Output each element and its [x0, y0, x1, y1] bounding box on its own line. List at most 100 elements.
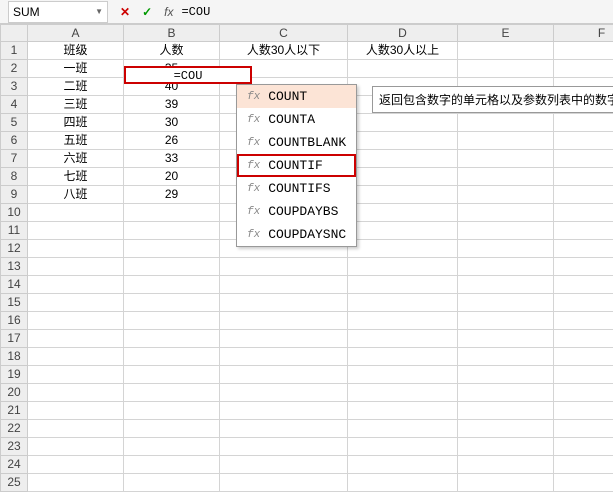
cell[interactable]	[554, 258, 613, 276]
active-cell[interactable]: =COU	[124, 66, 252, 84]
cell[interactable]	[458, 168, 554, 186]
cell[interactable]	[348, 204, 458, 222]
row-header[interactable]: 19	[0, 366, 28, 384]
row-header[interactable]: 21	[0, 402, 28, 420]
cell[interactable]	[348, 420, 458, 438]
cell[interactable]	[458, 150, 554, 168]
cell[interactable]	[458, 186, 554, 204]
row-header[interactable]: 10	[0, 204, 28, 222]
cell[interactable]: 26	[124, 132, 220, 150]
cell[interactable]	[348, 168, 458, 186]
cell[interactable]	[554, 60, 613, 78]
cell[interactable]	[28, 312, 124, 330]
column-header[interactable]: A	[28, 24, 124, 42]
row-header[interactable]: 2	[0, 60, 28, 78]
row-header[interactable]: 7	[0, 150, 28, 168]
cell[interactable]	[458, 312, 554, 330]
cell[interactable]	[28, 366, 124, 384]
row-header[interactable]: 24	[0, 456, 28, 474]
cell[interactable]	[458, 42, 554, 60]
autocomplete-item[interactable]: fxCOUNT	[237, 85, 356, 108]
cell[interactable]	[348, 402, 458, 420]
cell[interactable]	[220, 258, 348, 276]
cell[interactable]	[348, 114, 458, 132]
row-header[interactable]: 11	[0, 222, 28, 240]
row-header[interactable]: 8	[0, 168, 28, 186]
autocomplete-item[interactable]: fxCOUPDAYBS	[237, 200, 356, 223]
cell[interactable]	[458, 384, 554, 402]
cell[interactable]	[28, 204, 124, 222]
cell[interactable]	[348, 294, 458, 312]
cell[interactable]	[124, 204, 220, 222]
select-all-corner[interactable]	[0, 24, 28, 42]
row-header[interactable]: 9	[0, 186, 28, 204]
cell[interactable]	[458, 294, 554, 312]
cell[interactable]	[220, 276, 348, 294]
row-header[interactable]: 17	[0, 330, 28, 348]
cell[interactable]	[220, 294, 348, 312]
autocomplete-item[interactable]: fxCOUPDAYSNC	[237, 223, 356, 246]
cell[interactable]	[554, 276, 613, 294]
cell[interactable]	[348, 186, 458, 204]
cell[interactable]: 39	[124, 96, 220, 114]
cell[interactable]	[348, 150, 458, 168]
cell[interactable]	[348, 276, 458, 294]
row-header[interactable]: 23	[0, 438, 28, 456]
cell[interactable]	[554, 222, 613, 240]
row-header[interactable]: 13	[0, 258, 28, 276]
cell[interactable]	[124, 402, 220, 420]
autocomplete-item[interactable]: fxCOUNTA	[237, 108, 356, 131]
cell[interactable]	[124, 294, 220, 312]
cell[interactable]	[348, 258, 458, 276]
cell[interactable]	[28, 348, 124, 366]
cell[interactable]	[458, 222, 554, 240]
cell[interactable]: 八班	[28, 186, 124, 204]
cell[interactable]	[458, 276, 554, 294]
row-header[interactable]: 20	[0, 384, 28, 402]
cell[interactable]	[348, 438, 458, 456]
cell[interactable]	[554, 402, 613, 420]
cell[interactable]	[458, 240, 554, 258]
cancel-icon[interactable]: ✕	[120, 5, 130, 19]
cell[interactable]	[124, 438, 220, 456]
cell[interactable]	[28, 456, 124, 474]
column-header[interactable]: B	[124, 24, 220, 42]
row-header[interactable]: 16	[0, 312, 28, 330]
column-header[interactable]: D	[348, 24, 458, 42]
cell[interactable]	[28, 384, 124, 402]
cell[interactable]	[554, 474, 613, 492]
cell[interactable]	[220, 330, 348, 348]
cell[interactable]	[124, 258, 220, 276]
cell[interactable]	[348, 330, 458, 348]
cell[interactable]	[554, 168, 613, 186]
cell[interactable]	[220, 456, 348, 474]
cell[interactable]	[554, 348, 613, 366]
cell[interactable]	[458, 438, 554, 456]
cell[interactable]	[458, 330, 554, 348]
cell[interactable]	[348, 312, 458, 330]
cell[interactable]	[458, 204, 554, 222]
cell[interactable]	[458, 60, 554, 78]
cell[interactable]	[124, 330, 220, 348]
cell[interactable]	[124, 222, 220, 240]
name-box[interactable]: SUM ▼	[8, 1, 108, 23]
cell[interactable]	[554, 330, 613, 348]
cell[interactable]: 一班	[28, 60, 124, 78]
cell[interactable]	[124, 420, 220, 438]
cell[interactable]: 29	[124, 186, 220, 204]
autocomplete-item[interactable]: fxCOUNTBLANK	[237, 131, 356, 154]
cell[interactable]	[220, 402, 348, 420]
cell[interactable]	[124, 384, 220, 402]
cell[interactable]	[124, 276, 220, 294]
cell[interactable]	[458, 402, 554, 420]
cell[interactable]	[458, 366, 554, 384]
cell[interactable]	[28, 438, 124, 456]
row-header[interactable]: 12	[0, 240, 28, 258]
cell[interactable]	[124, 474, 220, 492]
cell[interactable]	[124, 366, 220, 384]
cell[interactable]	[124, 240, 220, 258]
cell[interactable]	[458, 258, 554, 276]
row-header[interactable]: 3	[0, 78, 28, 96]
cell[interactable]	[124, 456, 220, 474]
cell[interactable]	[220, 312, 348, 330]
